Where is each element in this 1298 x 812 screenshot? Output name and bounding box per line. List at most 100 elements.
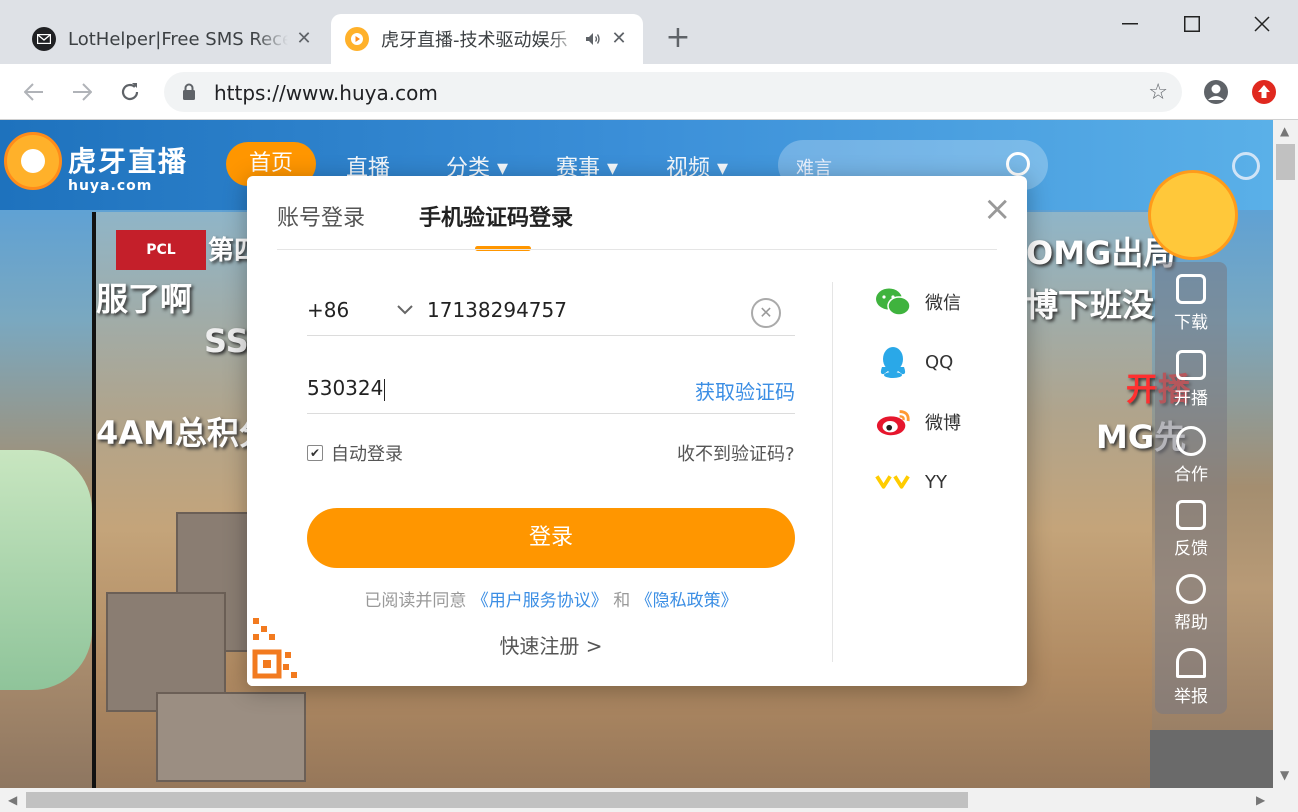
close-tab-icon[interactable]: ✕ [609,29,629,49]
clear-icon[interactable]: ✕ [751,298,781,328]
social-login-yy[interactable]: YY [875,464,947,500]
checkbox-checked-icon[interactable]: ✔ [307,445,323,461]
text-caret [384,378,386,401]
maximize-button[interactable] [1172,6,1212,42]
no-code-link[interactable]: 收不到验证码? [677,440,795,466]
back-button[interactable] [18,76,50,108]
social-label: QQ [925,351,954,373]
side-label: 开播 [1174,389,1208,409]
cooperate-icon [1176,426,1206,456]
qr-login-corner[interactable] [247,608,325,686]
side-cooperate[interactable]: 合作 [1155,426,1227,485]
tab-lothelper[interactable]: LotHelper|Free SMS Receive ✕ [18,14,328,64]
scroll-thumb[interactable] [1276,144,1295,180]
mail-icon [32,27,56,51]
side-feedback[interactable]: 反馈 [1155,500,1227,559]
agreement-text: 已阅读并同意 《用户服务协议》 和 《隐私政策》 [307,586,795,611]
social-label: 微信 [925,293,961,314]
lock-icon [182,83,196,105]
qq-icon [875,344,911,380]
tab-account-login[interactable]: 账号登录 [277,200,365,232]
code-input-wrap[interactable]: 530324 [307,376,386,401]
search-icon[interactable] [1006,152,1030,176]
history-icon[interactable] [1232,152,1260,180]
side-decoration [0,450,92,690]
side-report[interactable]: 举报 [1155,648,1227,707]
wechat-icon [875,284,911,320]
social-login-weibo[interactable]: 微博 [875,404,961,440]
close-tab-icon[interactable]: ✕ [294,29,314,49]
side-download[interactable]: 下载 [1155,274,1227,333]
close-window-button[interactable] [1242,6,1282,42]
tab-sms-login[interactable]: 手机验证码登录 [419,200,573,232]
scroll-right-icon[interactable]: ▶ [1256,793,1265,807]
side-help[interactable]: 帮助 [1155,574,1227,633]
agree-prefix: 已阅读并同意 [364,591,467,611]
quick-register-link[interactable]: 快速注册 > [307,630,795,659]
pcl-badge: PCL [116,230,206,270]
tab-huya[interactable]: 虎牙直播-技术驱动娱乐 ✕ [331,14,643,64]
horizontal-scrollbar[interactable]: ◀ ▶ [0,788,1298,812]
mascot-image [1148,170,1238,260]
side-label: 帮助 [1174,613,1208,633]
chevron-down-icon[interactable] [397,300,413,319]
site-brand[interactable]: 虎牙直播 huya.com [68,140,188,194]
social-login-wechat[interactable]: 微信 [875,284,961,320]
reload-button[interactable] [114,76,146,108]
terms-link[interactable]: 《用户服务协议》 [472,591,608,611]
tab-title: 虎牙直播-技术驱动娱乐 [381,30,568,51]
qr-code-icon [1176,274,1206,304]
scroll-down-icon[interactable]: ▼ [1280,768,1289,782]
social-label: YY [925,471,947,493]
country-code-select[interactable]: +86 [307,298,349,322]
phone-field[interactable]: +86 17138294757 ✕ [307,280,795,336]
phone-input[interactable]: 17138294757 [427,298,567,322]
weibo-icon [875,404,911,440]
forward-button[interactable] [66,76,98,108]
qr-code-icon [247,608,325,686]
minimize-button[interactable] [1110,6,1150,42]
tab-title: LotHelper|Free SMS Receive [68,28,288,50]
privacy-link[interactable]: 《隐私政策》 [636,591,738,611]
overlay-line3: 4AM总积分 [96,414,271,452]
alarm-icon [1176,648,1206,678]
scroll-thumb[interactable] [26,792,968,808]
extension-update-icon[interactable] [1250,78,1278,106]
browser-toolbar: https://www.huya.com ☆ [0,64,1298,120]
social-label: 微博 [925,413,961,434]
scene-building [156,692,306,782]
side-label: 下载 [1174,313,1208,333]
social-login-qq[interactable]: QQ [875,344,953,380]
side-label: 合作 [1174,465,1208,485]
profile-icon[interactable] [1202,78,1230,106]
vertical-scrollbar[interactable]: ▲ ▼ [1273,120,1298,788]
auto-login-label: 自动登录 [331,444,403,465]
auto-login-checkbox[interactable]: ✔ 自动登录 [307,440,403,466]
close-icon[interactable]: × [983,192,1012,226]
help-icon [1176,574,1206,604]
feedback-icon [1176,500,1206,530]
vertical-divider [832,282,833,662]
url-text: https://www.huya.com [214,81,438,105]
side-start-live[interactable]: 开播 [1155,350,1227,409]
code-field[interactable]: 530324 获取验证码 [307,358,795,414]
side-tool-panel: 下载 开播 合作 反馈 帮助 举报 [1155,262,1227,714]
camera-icon [1176,350,1206,380]
divider [277,249,997,250]
side-label: 反馈 [1174,539,1208,559]
get-code-button[interactable]: 获取验证码 [695,376,795,405]
minimap [1150,730,1273,788]
bookmark-star-icon[interactable]: ☆ [1148,80,1168,105]
speaker-icon[interactable] [585,32,603,46]
overlay-right2: 博下班没 [1026,286,1155,324]
overlay-line1: 服了啊 [96,280,193,318]
side-label: 举报 [1174,687,1208,707]
huya-logo[interactable] [4,132,62,190]
login-button[interactable]: 登录 [307,508,795,568]
huya-favicon-icon [345,27,369,51]
new-tab-button[interactable]: + [662,22,694,54]
scroll-left-icon[interactable]: ◀ [8,793,17,807]
scroll-up-icon[interactable]: ▲ [1280,124,1289,138]
login-modal: 账号登录 手机验证码登录 × +86 17138294757 ✕ 530324 … [247,176,1027,686]
address-bar[interactable]: https://www.huya.com ☆ [164,72,1182,112]
